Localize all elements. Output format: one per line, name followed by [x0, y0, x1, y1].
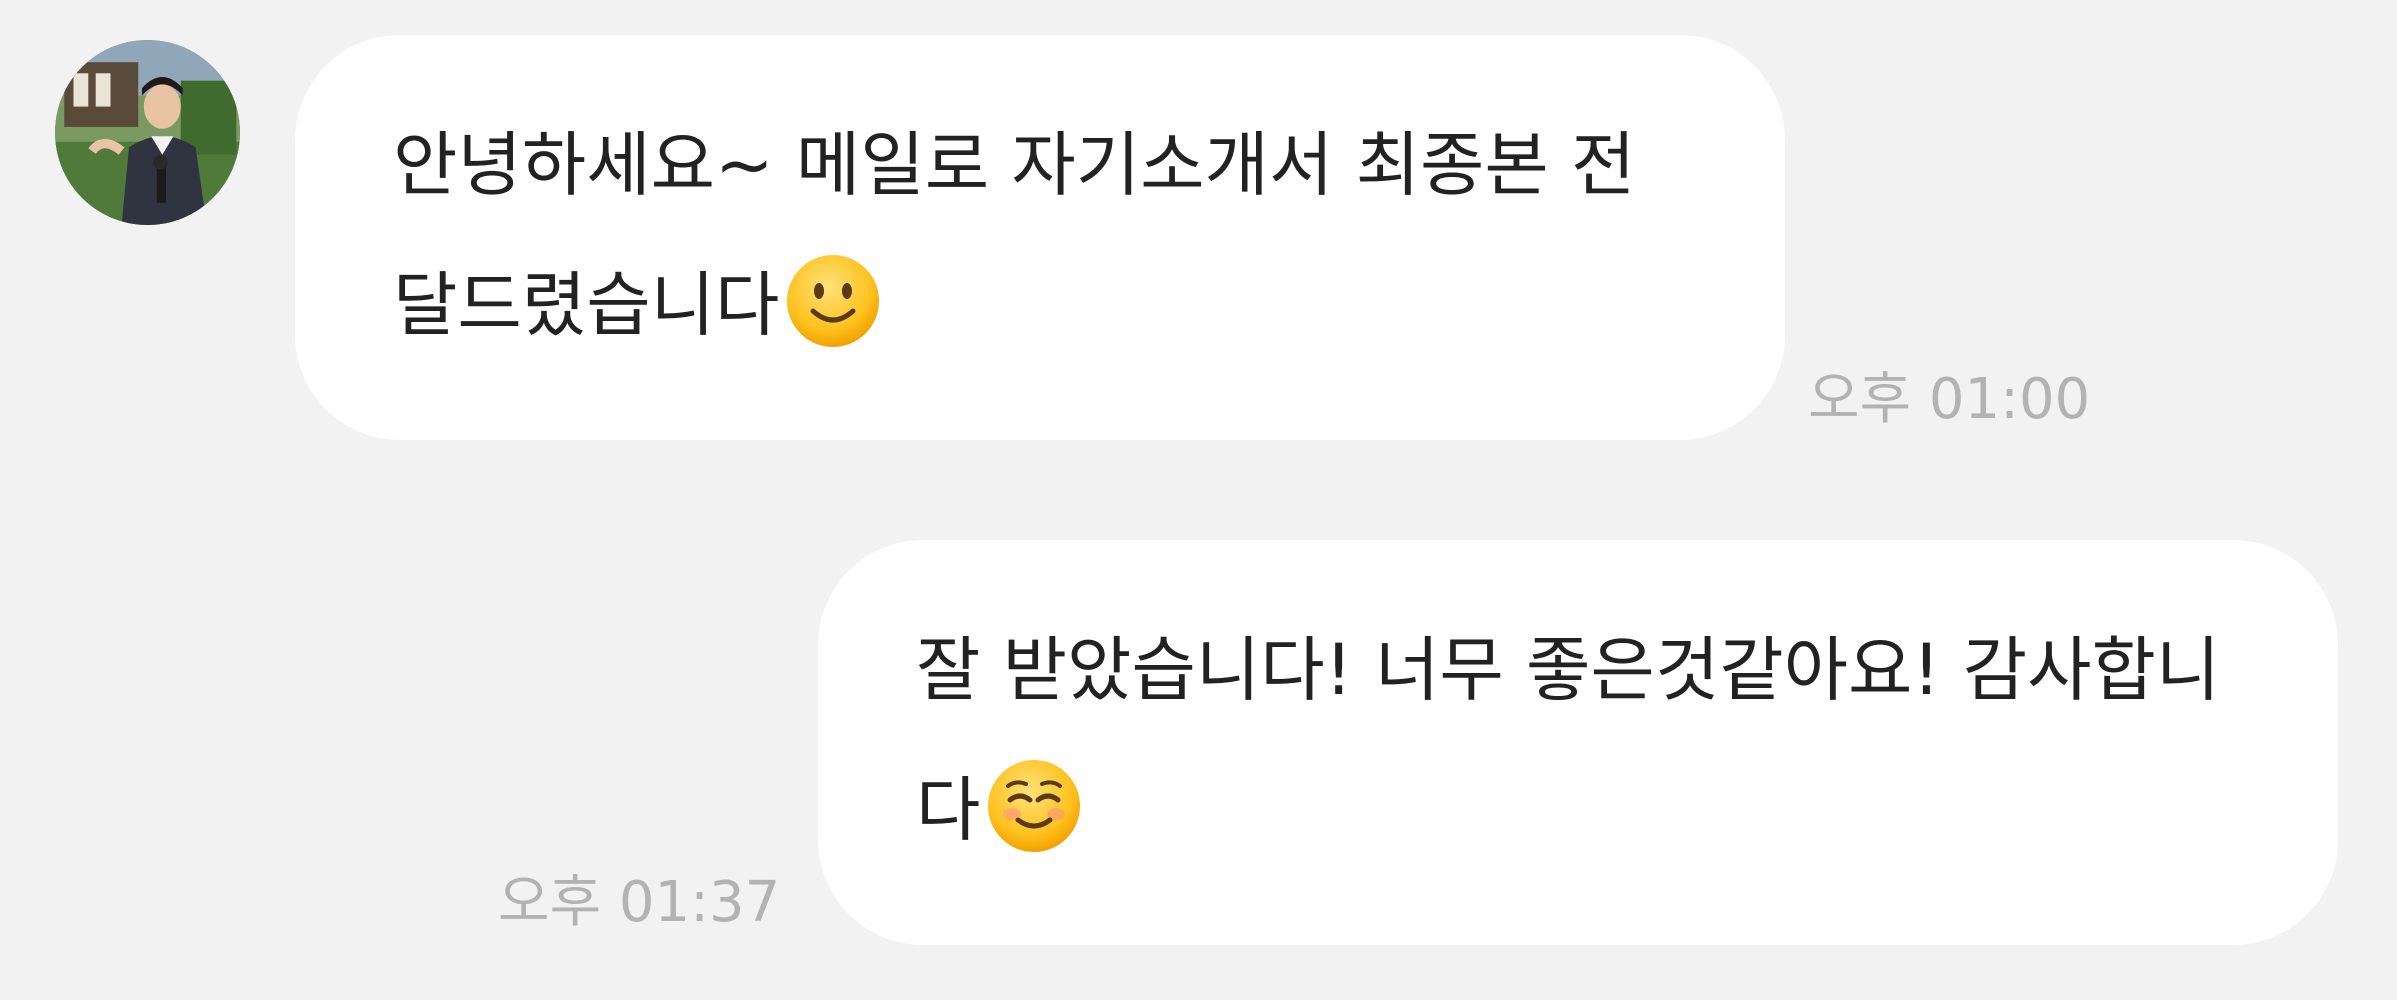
outgoing-message-time: 오후 01:37 — [498, 870, 781, 935]
outgoing-message-bubble[interactable]: 잘 받았습니다! 너무 좋은것같아요! 감사합니다 — [818, 540, 2338, 945]
incoming-message-time: 오후 01:00 — [1808, 367, 2091, 432]
incoming-message-body: 안녕하세요~ 메일로 자기소개서 최종본 전달드렸습니다 — [393, 95, 1695, 375]
smiling-face-icon — [984, 756, 1084, 856]
slightly-smiling-face-icon — [783, 251, 883, 351]
outgoing-message-text: 잘 받았습니다! 너무 좋은것같아요! 감사합니다 — [916, 629, 2221, 851]
sender-avatar[interactable] — [55, 40, 240, 225]
outgoing-message-body: 잘 받았습니다! 너무 좋은것같아요! 감사합니다 — [916, 600, 2258, 880]
chat-thread: 안녕하세요~ 메일로 자기소개서 최종본 전달드렸습니다 오후 01:00 잘 — [0, 0, 2397, 1000]
incoming-message-text: 안녕하세요~ 메일로 자기소개서 최종본 전달드렸습니다 — [393, 124, 1636, 346]
incoming-message-bubble[interactable]: 안녕하세요~ 메일로 자기소개서 최종본 전달드렸습니다 — [295, 35, 1785, 440]
avatar-photo — [55, 40, 240, 225]
